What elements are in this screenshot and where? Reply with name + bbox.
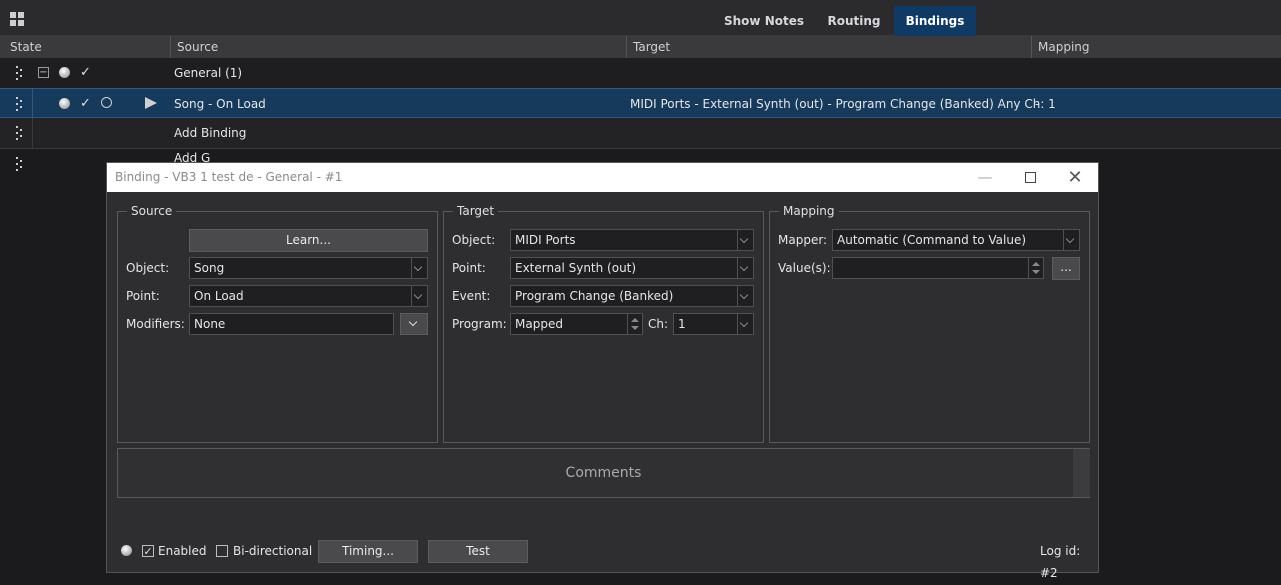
row-indent-divider (32, 118, 33, 148)
column-target[interactable]: Target (626, 36, 1031, 58)
chevron-down-icon (1063, 230, 1079, 250)
close-icon[interactable]: ✕ (1052, 163, 1098, 192)
status-led-icon (59, 98, 70, 109)
bidirectional-checkbox[interactable] (216, 545, 228, 557)
column-source[interactable]: Source (170, 36, 626, 58)
timing-button[interactable]: Timing... (318, 540, 418, 563)
target-point-label: Point: (452, 261, 486, 275)
modifiers-dropdown-button[interactable] (400, 313, 428, 335)
comments-placeholder: Comments (565, 465, 642, 481)
column-mapping[interactable]: Mapping (1031, 36, 1281, 58)
program-spinbox[interactable]: Mapped (510, 313, 643, 335)
grid-icon[interactable] (10, 12, 24, 26)
event-value: Program Change (Banked) (515, 289, 674, 303)
spin-up-icon[interactable] (1028, 258, 1043, 268)
dialog-title-bar[interactable]: Binding - VB3 1 test de - General - #1 (107, 163, 1098, 192)
mapping-legend: Mapping (779, 204, 839, 218)
bidirectional-label[interactable]: Bi-directional (233, 540, 312, 562)
table-row-group[interactable]: − ✓ General (1) (0, 58, 1281, 88)
modifiers-label: Modifiers: (126, 317, 185, 331)
top-toolbar: Show Notes Routing Bindings (0, 0, 1281, 36)
maximize-icon[interactable] (1007, 163, 1053, 192)
column-state[interactable]: State (4, 36, 170, 58)
status-led-icon (59, 67, 70, 78)
table-row-binding[interactable]: ✓ Song - On Load MIDI Ports - External S… (0, 88, 1281, 119)
target-object-select[interactable]: MIDI Ports (510, 229, 754, 251)
event-select[interactable]: Program Change (Banked) (510, 285, 754, 307)
drag-handle-icon[interactable] (16, 126, 22, 140)
check-icon: ✓ (80, 96, 91, 111)
collapse-icon[interactable]: − (38, 67, 49, 78)
source-object-select[interactable]: Song (189, 257, 428, 279)
tab-show-notes[interactable]: Show Notes (718, 6, 810, 36)
tab-routing[interactable]: Routing (818, 6, 890, 36)
binding-target-label: MIDI Ports - External Synth (out) - Prog… (630, 97, 1056, 111)
channel-label: Ch: (648, 317, 669, 331)
source-point-select[interactable]: On Load (189, 285, 428, 307)
drag-handle-icon[interactable] (16, 66, 22, 80)
chevron-down-icon (737, 230, 753, 250)
spin-up-icon[interactable] (627, 314, 642, 324)
minimize-icon[interactable]: — (962, 163, 1008, 192)
binding-mapping-label: - (1035, 97, 1040, 111)
binding-dialog: Binding - VB3 1 test de - General - #1 —… (106, 162, 1099, 580)
chevron-down-icon (737, 286, 753, 306)
binding-source-label: Song - On Load (174, 97, 266, 111)
source-point-value: On Load (194, 289, 244, 303)
spin-down-icon[interactable] (1028, 268, 1043, 278)
source-object-label: Object: (126, 261, 170, 275)
comments-scrollbar[interactable] (1073, 449, 1090, 497)
enabled-checkbox[interactable]: ✓ (142, 545, 154, 557)
log-id: Log id: #2 (1040, 544, 1081, 580)
row-indent-divider (32, 89, 33, 119)
target-object-label: Object: (452, 233, 496, 247)
program-label: Program: (452, 317, 507, 331)
group-source-label: General (1) (174, 66, 243, 80)
source-point-label: Point: (126, 289, 160, 303)
timer-icon (101, 97, 112, 108)
channel-value: 1 (678, 317, 686, 331)
values-label: Value(s): (778, 261, 831, 275)
target-object-value: MIDI Ports (515, 233, 576, 247)
source-object-value: Song (194, 261, 225, 275)
status-led-icon (121, 545, 132, 556)
chevron-down-icon (737, 258, 753, 278)
drag-handle-icon[interactable] (16, 157, 22, 171)
spin-down-icon[interactable] (627, 324, 642, 334)
mapper-label: Mapper: (778, 233, 828, 247)
values-browse-button[interactable]: ... (1052, 257, 1080, 280)
enabled-label[interactable]: Enabled (158, 540, 207, 562)
values-spinbox[interactable] (832, 257, 1044, 279)
chevron-down-icon (408, 317, 418, 327)
mapper-select[interactable]: Automatic (Command to Value) (832, 229, 1080, 251)
target-legend: Target (453, 204, 499, 218)
tab-bindings[interactable]: Bindings (894, 6, 976, 36)
dialog-title: Binding - VB3 1 test de - General - #1 (115, 170, 343, 184)
chevron-down-icon (411, 258, 427, 278)
event-label: Event: (452, 289, 491, 303)
comments-field[interactable]: Comments (117, 448, 1090, 498)
modifiers-field[interactable]: None (189, 313, 394, 335)
target-point-value: External Synth (out) (515, 261, 637, 275)
column-header: State Source Target Mapping (0, 36, 1281, 58)
program-value: Mapped (515, 317, 563, 331)
learn-button[interactable]: Learn... (189, 229, 428, 252)
test-button[interactable]: Test (428, 540, 528, 563)
source-legend: Source (127, 204, 177, 218)
drag-handle-icon[interactable] (16, 97, 22, 111)
channel-select[interactable]: 1 (673, 313, 754, 335)
play-icon[interactable] (145, 97, 157, 109)
chevron-down-icon (411, 286, 427, 306)
check-icon: ✓ (80, 65, 91, 80)
chevron-down-icon (737, 314, 753, 334)
mapper-value: Automatic (Command to Value) (837, 233, 1027, 247)
target-point-select[interactable]: External Synth (out) (510, 257, 754, 279)
modifiers-value: None (194, 317, 226, 331)
